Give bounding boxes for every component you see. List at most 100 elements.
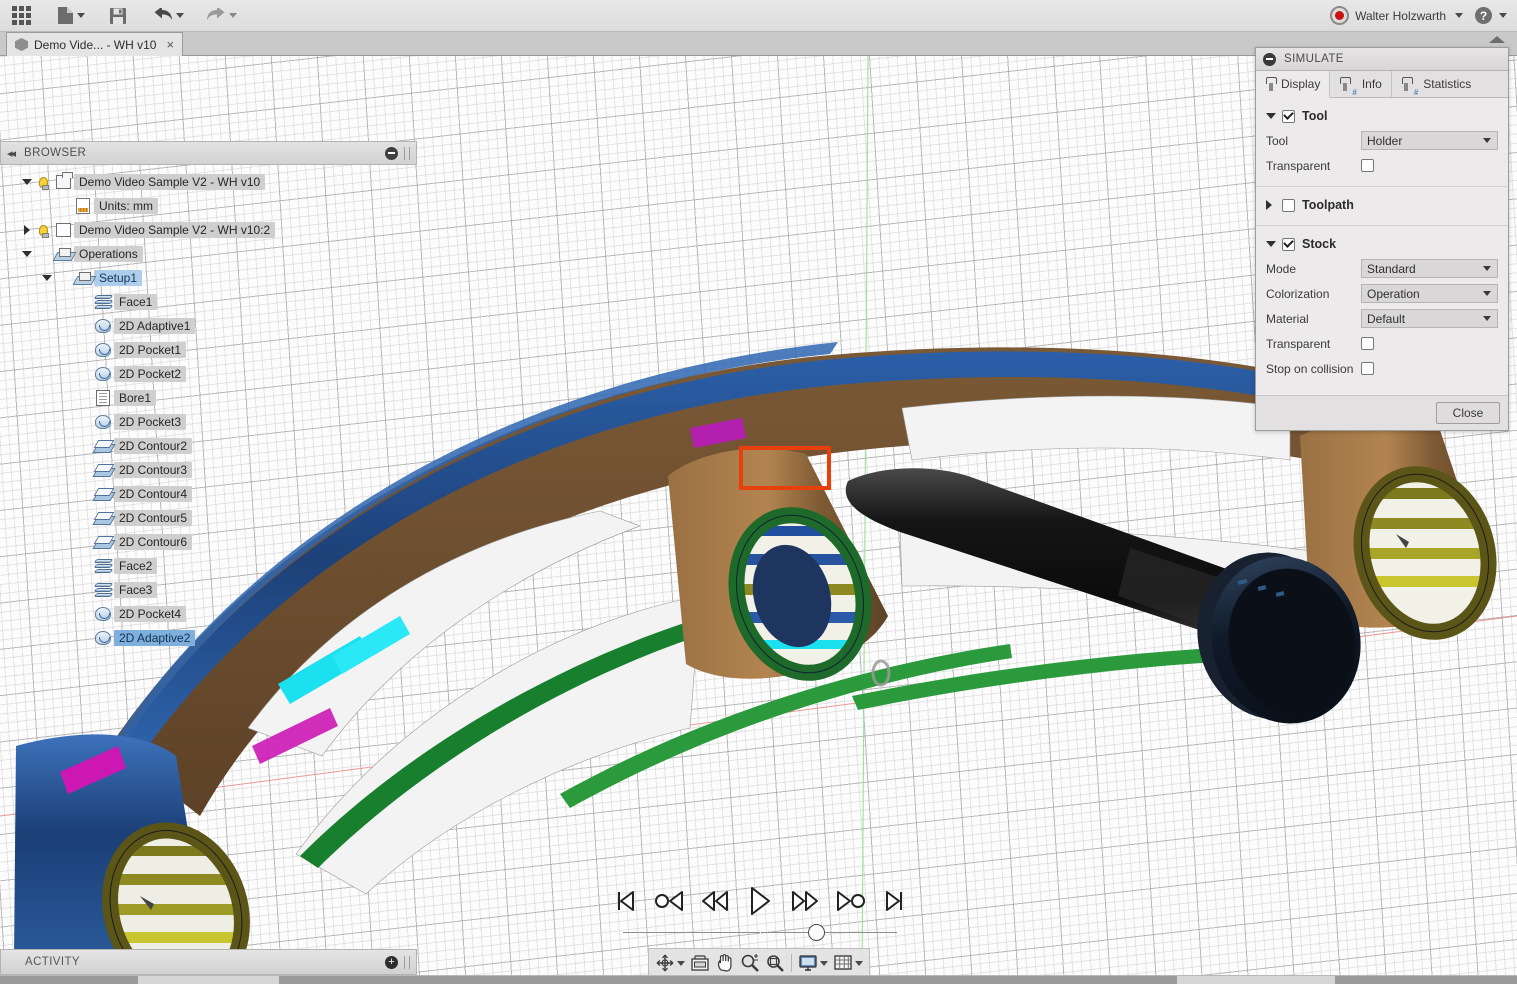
tab-info[interactable]: # Info xyxy=(1330,71,1392,97)
skip-to-start-button[interactable] xyxy=(615,889,637,916)
tree-item-2d-adaptive2[interactable]: 2D Adaptive2 xyxy=(0,626,417,650)
tab-display[interactable]: Display xyxy=(1256,71,1331,98)
collapse-ribbon-icon[interactable] xyxy=(1489,36,1505,43)
scrollbar-thumb[interactable] xyxy=(0,976,138,984)
chevron-down-icon[interactable] xyxy=(855,960,863,966)
stock-colorization-dropdown[interactable]: Operation xyxy=(1361,284,1498,303)
expand-toggle-icon[interactable] xyxy=(1266,241,1282,247)
close-button[interactable]: Close xyxy=(1436,402,1500,424)
apps-grid-icon[interactable] xyxy=(6,3,37,29)
close-icon[interactable]: × xyxy=(162,37,174,52)
tree-item-2d-pocket2[interactable]: 2D Pocket2 xyxy=(0,362,417,386)
tree-item-2d-pocket3[interactable]: 2D Pocket3 xyxy=(0,410,417,434)
field-label: Colorization xyxy=(1266,286,1330,301)
next-operation-button[interactable] xyxy=(836,889,866,916)
tree-twisty[interactable] xyxy=(40,275,54,281)
simulate-dialog-footer: Close xyxy=(1256,395,1508,430)
tree-item-demo-video-sample-v2-wh-v10-2[interactable]: Demo Video Sample V2 - WH v10:2 xyxy=(0,218,417,242)
visibility-bulb-icon[interactable] xyxy=(34,173,52,191)
group-toolpath-header[interactable]: Toolpath xyxy=(1256,193,1508,217)
slider-handle[interactable] xyxy=(808,924,826,941)
tool-visibility-checkbox[interactable] xyxy=(1282,109,1295,123)
tree-twisty[interactable] xyxy=(20,251,34,257)
pan-tool[interactable] xyxy=(713,951,737,975)
tree-item-face2[interactable]: Face2 xyxy=(0,554,417,578)
toolpath-visibility-checkbox[interactable] xyxy=(1282,198,1295,212)
tree-item-2d-adaptive1[interactable]: 2D Adaptive1 xyxy=(0,314,417,338)
group-stock-header[interactable]: Stock xyxy=(1256,232,1508,256)
tree-item-face1[interactable]: Face1 xyxy=(0,290,417,314)
help-icon[interactable]: ? xyxy=(1475,7,1492,24)
simulate-dialog-title-bar[interactable]: SIMULATE xyxy=(1256,48,1508,71)
tree-twisty[interactable] xyxy=(20,225,34,235)
activity-expand-icon[interactable]: + xyxy=(385,955,398,969)
tree-item-label: Operations xyxy=(74,246,143,262)
grid-snaps-tool[interactable] xyxy=(831,951,855,975)
tree-item-2d-contour5[interactable]: 2D Contour5 xyxy=(0,506,417,530)
tree-item-label: Bore1 xyxy=(114,390,157,406)
rewind-button[interactable] xyxy=(700,889,730,916)
activity-resize-grip[interactable] xyxy=(404,955,410,969)
stock-mode-dropdown[interactable]: Standard xyxy=(1361,259,1498,278)
expand-toggle-icon[interactable] xyxy=(1266,200,1282,210)
document-tab[interactable]: Demo Vide... - WH v10 × xyxy=(6,32,184,56)
tree-item-operations[interactable]: Operations xyxy=(0,242,417,266)
stock-visibility-checkbox[interactable] xyxy=(1282,237,1295,251)
fit-tool[interactable] xyxy=(763,951,787,975)
fast-forward-button[interactable] xyxy=(790,889,820,916)
scrollbar-thumb[interactable] xyxy=(634,976,1089,984)
scrollbar-thumb[interactable] xyxy=(1335,976,1517,984)
screen-record-button[interactable] xyxy=(1330,6,1350,25)
tree-item-2d-contour4[interactable]: 2D Contour4 xyxy=(0,482,417,506)
scrollbar-thumb[interactable] xyxy=(1089,976,1177,984)
chevron-down-icon[interactable] xyxy=(677,960,685,966)
play-button[interactable] xyxy=(747,885,773,920)
tree-item-2d-pocket1[interactable]: 2D Pocket1 xyxy=(0,338,417,362)
tree-item-2d-contour3[interactable]: 2D Contour3 xyxy=(0,458,417,482)
tree-item-2d-contour2[interactable]: 2D Contour2 xyxy=(0,434,417,458)
group-tool-header[interactable]: Tool xyxy=(1256,104,1508,128)
tree-item-face3[interactable]: Face3 xyxy=(0,578,417,602)
chevron-down-icon[interactable] xyxy=(1455,13,1463,18)
tree-item-units-mm[interactable]: Units: mm xyxy=(0,194,417,218)
expand-toggle-icon[interactable] xyxy=(1266,113,1282,119)
visibility-bulb-icon[interactable] xyxy=(34,221,52,239)
adaptive-icon xyxy=(92,629,114,647)
tree-item-setup1[interactable]: Setup1 xyxy=(0,266,417,290)
tree-twisty[interactable] xyxy=(20,179,34,185)
tree-item-2d-pocket4[interactable]: 2D Pocket4 xyxy=(0,602,417,626)
previous-operation-button[interactable] xyxy=(654,889,684,916)
tool-display-dropdown[interactable]: Holder xyxy=(1361,131,1498,150)
simulation-progress-slider[interactable] xyxy=(615,922,905,944)
tree-item-label: 2D Pocket1 xyxy=(114,342,187,358)
tool-transparent-checkbox[interactable] xyxy=(1361,159,1374,172)
undo-button[interactable] xyxy=(147,3,190,29)
user-name-label[interactable]: Walter Holzwarth xyxy=(1353,9,1448,23)
orbit-tool[interactable] xyxy=(653,951,677,975)
tree-item-demo-video-sample-v2-wh-v10[interactable]: Demo Video Sample V2 - WH v10 xyxy=(0,170,417,194)
browser-collapse-icon[interactable]: ◂◂ xyxy=(7,147,16,160)
zoom-tool[interactable] xyxy=(738,951,762,975)
browser-minimize-icon[interactable] xyxy=(385,146,398,160)
chevron-down-icon[interactable] xyxy=(820,960,828,966)
stop-on-collision-checkbox[interactable] xyxy=(1361,362,1374,375)
save-button[interactable] xyxy=(103,3,133,29)
tree-item-2d-contour6[interactable]: 2D Contour6 xyxy=(0,530,417,554)
skip-to-end-button[interactable] xyxy=(883,889,905,916)
look-at-tool[interactable] xyxy=(688,951,712,975)
dialog-collapse-icon[interactable] xyxy=(1263,52,1276,66)
stock-transparent-checkbox[interactable] xyxy=(1361,337,1374,350)
group-title: Stock xyxy=(1302,237,1337,251)
tab-statistics[interactable]: # Statistics xyxy=(1392,71,1480,97)
contour-icon xyxy=(92,485,114,503)
horizontal-scrollbar[interactable] xyxy=(0,975,1517,984)
redo-button[interactable] xyxy=(200,3,243,29)
stock-material-dropdown[interactable]: Default xyxy=(1361,309,1498,328)
browser-resize-grip[interactable] xyxy=(404,146,410,160)
tree-item-bore1[interactable]: Bore1 xyxy=(0,386,417,410)
new-file-button[interactable] xyxy=(51,3,91,29)
units-icon xyxy=(72,197,94,215)
scrollbar-thumb[interactable] xyxy=(279,976,634,984)
display-settings-tool[interactable] xyxy=(796,951,820,975)
chevron-down-icon[interactable] xyxy=(1499,13,1507,18)
